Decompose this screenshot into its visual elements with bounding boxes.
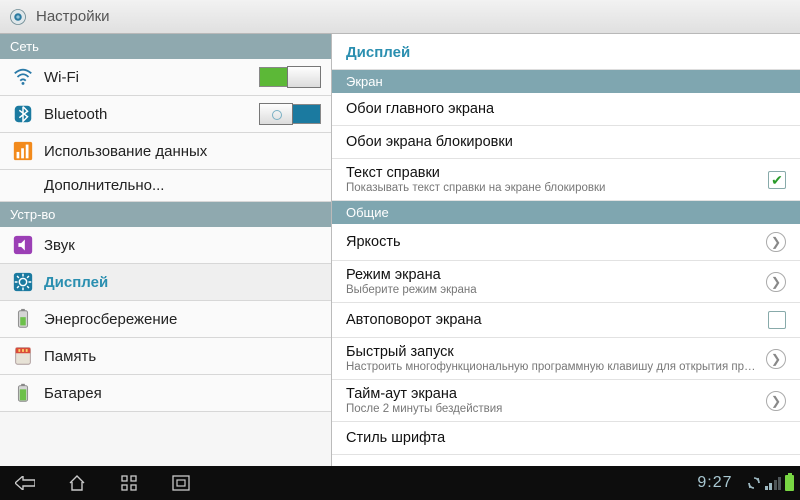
storage-icon — [12, 345, 34, 367]
setting-subtitle: Показывать текст справки на экране блоки… — [346, 182, 760, 194]
setting-row-quick-launch[interactable]: Быстрый запускНастроить многофункциональ… — [332, 338, 800, 380]
battery-icon — [785, 475, 794, 491]
setting-title: Быстрый запуск — [346, 344, 758, 360]
sidebar-item-label: Wi-Fi — [44, 69, 249, 86]
sidebar-item-label: Звук — [44, 237, 321, 254]
back-button[interactable] — [6, 470, 44, 496]
setting-title: Яркость — [346, 234, 758, 250]
sidebar-item-data-usage[interactable]: Использование данных — [0, 133, 331, 170]
content-category-header: Экран — [332, 70, 800, 93]
sidebar-item-wifi[interactable]: Wi-Fi — [0, 59, 331, 96]
system-navbar: 9:27 — [0, 466, 800, 500]
settings-gear-icon — [8, 7, 28, 27]
setting-title: Режим экрана — [346, 267, 758, 283]
sidebar-item-label: Энергосбережение — [44, 311, 321, 328]
bluetooth-toggle[interactable] — [259, 104, 321, 124]
setting-row-auto-rotate[interactable]: Автоповорот экрана — [332, 303, 800, 338]
sidebar-item-label: Использование данных — [44, 143, 321, 160]
wifi-toggle[interactable] — [259, 67, 321, 87]
chevron-right-icon: ❯ — [766, 232, 786, 252]
display-icon — [12, 271, 34, 293]
sidebar-item-label: Дисплей — [44, 274, 321, 291]
sync-icon — [747, 476, 761, 490]
signal-icon — [765, 476, 782, 490]
power-icon — [12, 308, 34, 330]
recent-apps-button[interactable] — [110, 470, 148, 496]
setting-subtitle: Выберите режим экрана — [346, 284, 758, 296]
titlebar: Настройки — [0, 0, 800, 34]
sidebar-item-display[interactable]: Дисплей — [0, 264, 331, 301]
setting-title: Обои экрана блокировки — [346, 134, 786, 150]
setting-title: Обои главного экрана — [346, 101, 786, 117]
battery-icon — [12, 382, 34, 404]
auto-rotate-checkbox[interactable] — [768, 311, 786, 329]
sidebar-item-label: Дополнительно... — [44, 177, 321, 194]
setting-subtitle: После 2 минуты бездействия — [346, 403, 758, 415]
content-category-header: Общие — [332, 201, 800, 224]
sidebar-item-sound[interactable]: Звук — [0, 227, 331, 264]
sidebar-item-power[interactable]: Энергосбережение — [0, 301, 331, 338]
setting-row-screen-timeout[interactable]: Тайм-аут экранаПосле 2 минуты бездействи… — [332, 380, 800, 422]
home-button[interactable] — [58, 470, 96, 496]
clock[interactable]: 9:27 — [697, 474, 732, 492]
bluetooth-icon — [12, 103, 34, 125]
setting-title: Текст справки — [346, 165, 760, 181]
content-pane: Дисплей Экран Обои главного экрана Обои эк… — [332, 34, 800, 466]
sidebar-section-header: Сеть — [0, 34, 331, 59]
content-title: Дисплей — [332, 34, 800, 70]
setting-subtitle: Настроить многофункциональную программну… — [346, 361, 758, 373]
chevron-right-icon: ❯ — [766, 391, 786, 411]
setting-row-screen-mode[interactable]: Режим экранаВыберите режим экрана ❯ — [332, 261, 800, 303]
setting-row-help-text[interactable]: Текст справкиПоказывать текст справки на… — [332, 159, 800, 201]
chevron-right-icon: ❯ — [766, 272, 786, 292]
setting-row-lock-wallpaper[interactable]: Обои экрана блокировки — [332, 126, 800, 159]
screenshot-button[interactable] — [162, 470, 200, 496]
help-text-checkbox[interactable] — [768, 171, 786, 189]
sidebar-item-storage[interactable]: Память — [0, 338, 331, 375]
sidebar-item-label: Память — [44, 348, 321, 365]
sidebar-item-battery[interactable]: Батарея — [0, 375, 331, 412]
page-title: Настройки — [36, 8, 110, 25]
sound-icon — [12, 234, 34, 256]
sidebar-item-label: Батарея — [44, 385, 321, 402]
sidebar-item-bluetooth[interactable]: Bluetooth — [0, 96, 331, 133]
setting-title: Тайм-аут экрана — [346, 386, 758, 402]
sidebar: Сеть Wi-Fi Bluetooth Использование данных До… — [0, 34, 332, 466]
status-icons — [747, 475, 795, 491]
setting-row-brightness[interactable]: Яркость ❯ — [332, 224, 800, 261]
sidebar-item-more[interactable]: Дополнительно... — [0, 170, 331, 202]
wifi-icon — [12, 66, 34, 88]
setting-title: Стиль шрифта — [346, 430, 786, 446]
sidebar-item-label: Bluetooth — [44, 106, 249, 123]
setting-title: Автоповорот экрана — [346, 312, 760, 328]
chevron-right-icon: ❯ — [766, 349, 786, 369]
data-usage-icon — [12, 140, 34, 162]
setting-row-font-style[interactable]: Стиль шрифта — [332, 422, 800, 455]
sidebar-section-header: Устр-во — [0, 202, 331, 227]
setting-row-home-wallpaper[interactable]: Обои главного экрана — [332, 93, 800, 126]
